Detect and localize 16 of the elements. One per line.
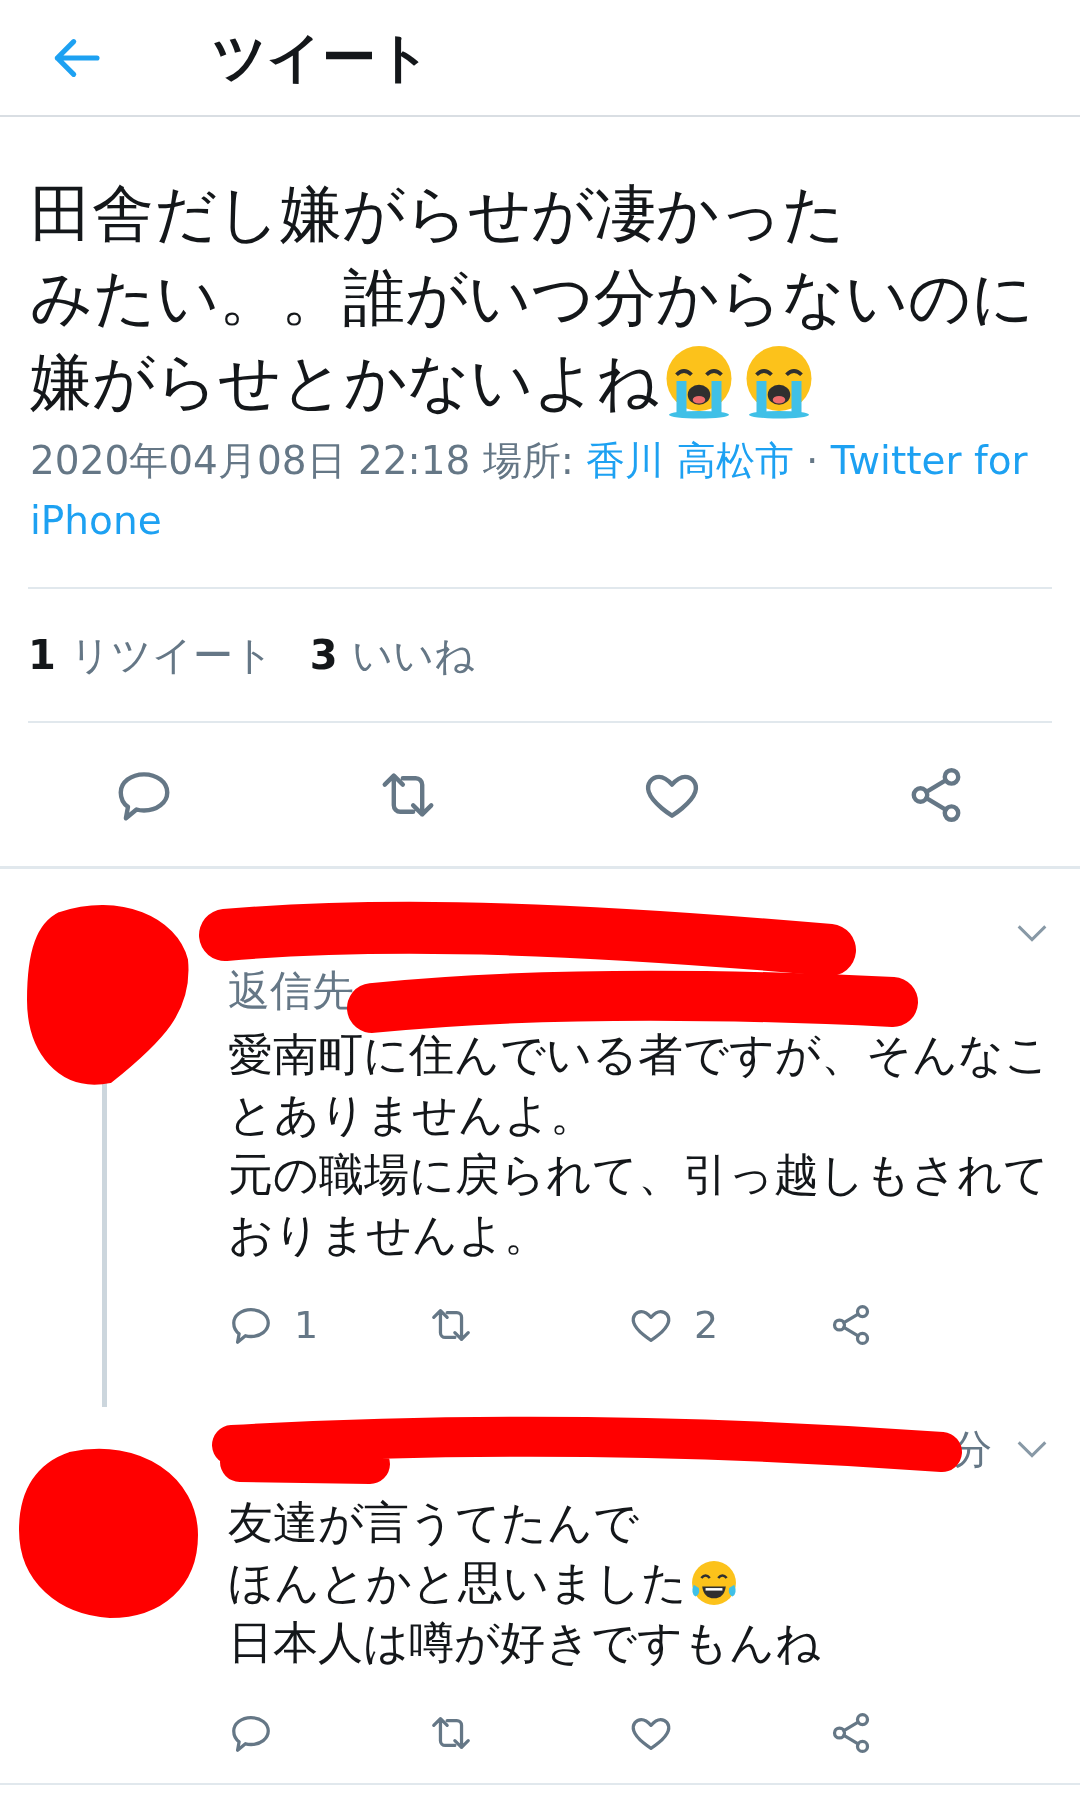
text-line: ほんとかと思いました xyxy=(228,1555,687,1612)
text-line: 嫌がらせとかないよね xyxy=(30,343,659,420)
stat-count: 3 いいね xyxy=(309,631,475,680)
text-line: とありませんよ。 xyxy=(228,1087,595,1144)
text-line: みたい。。誰がいつ分からないのに xyxy=(30,259,1034,336)
text-line: 愛南町に住んでいる者ですが、そんなこ xyxy=(228,1027,1050,1084)
text-line: 友達が言うてたんで xyxy=(228,1495,639,1552)
text-line: 元の職場に戻られて、引っ越しもされて xyxy=(228,1147,1049,1204)
action-count: 1 xyxy=(294,1301,319,1349)
action-count: 2 xyxy=(694,1301,719,1349)
tweet-meta: 2020年04月08日 22:18 場所: 香川 高松市 · Twitter for iPhone xyxy=(30,437,1029,545)
text-line: 田舎だし嫌がらせが凄かった xyxy=(30,175,845,252)
stat-count: 1 リツイート xyxy=(28,631,274,680)
text-line: おりませんよ。 xyxy=(228,1207,549,1264)
page-title: ツイート xyxy=(212,25,431,91)
text-line: 日本人は噂が好きですもんね xyxy=(228,1615,821,1672)
